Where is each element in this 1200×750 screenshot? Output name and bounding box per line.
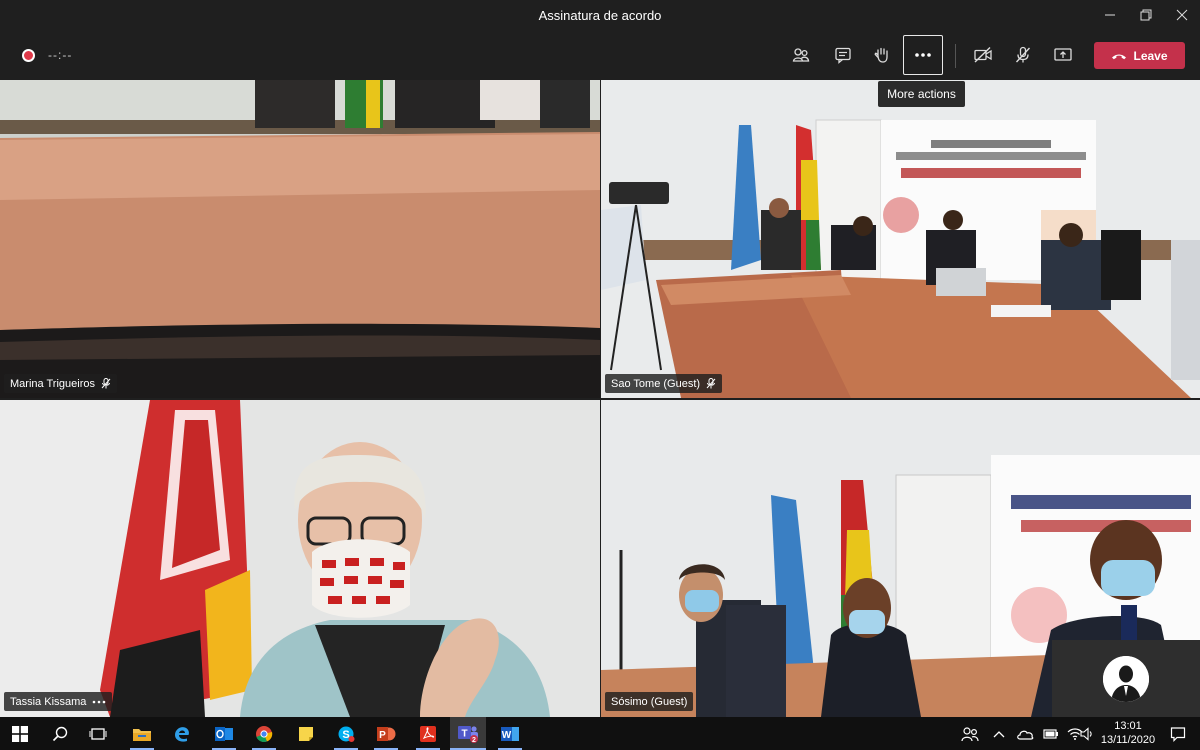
leave-label: Leave (1133, 48, 1168, 63)
mic-off-button[interactable] (1005, 37, 1041, 73)
close-window-button[interactable] (1164, 0, 1200, 30)
video-feed (0, 80, 600, 398)
video-tile-sao-tome[interactable]: Sao Tome (Guest) (601, 80, 1200, 398)
task-view-button[interactable] (80, 717, 116, 750)
participants-button[interactable] (783, 37, 819, 73)
people-icon (961, 726, 979, 741)
windows-taskbar: S P T2 W 13:01 13/11/2020 (0, 717, 1200, 750)
video-tile-marina[interactable]: Marina Trigueiros (0, 80, 600, 398)
participant-name: Marina Trigueiros (10, 377, 95, 390)
svg-text:T: T (461, 728, 467, 739)
title-bar: Assinatura de acordo (0, 0, 1200, 30)
battery-button[interactable] (1038, 717, 1064, 750)
participant-name: Sósimo (Guest) (611, 695, 688, 708)
chevron-up-icon (993, 730, 1005, 737)
minimize-button[interactable] (1092, 0, 1128, 30)
meeting-timer: --:-- (48, 48, 73, 62)
more-actions-tooltip: More actions (878, 81, 965, 107)
taskbar-app-skype[interactable]: S (328, 717, 364, 750)
svg-text:2: 2 (472, 737, 476, 743)
word-icon: W (501, 726, 519, 741)
participant-name-tag: Marina Trigueiros (4, 374, 117, 393)
svg-text:W: W (502, 730, 512, 741)
mic-off-icon (101, 378, 111, 389)
task-view-icon (89, 727, 107, 740)
system-clock[interactable]: 13:01 13/11/2020 (1100, 719, 1156, 747)
search-button[interactable] (42, 717, 78, 750)
chat-button[interactable] (825, 37, 861, 73)
clock-time: 13:01 (1114, 720, 1142, 732)
camera-off-button[interactable] (965, 37, 1001, 73)
taskbar-app-chrome[interactable] (246, 717, 282, 750)
file-explorer-icon (133, 728, 151, 741)
teams-meeting-window: Assinatura de acordo --:-- Leave More ac… (0, 0, 1200, 750)
video-feed (0, 400, 600, 717)
video-feed (601, 80, 1200, 398)
mic-off-icon (706, 378, 716, 389)
search-icon (52, 726, 68, 741)
clock-date: 13/11/2020 (1100, 734, 1156, 746)
outlook-icon (215, 726, 233, 741)
battery-icon (1043, 728, 1058, 739)
recording-indicator-icon (22, 49, 35, 62)
participant-name: Sao Tome (Guest) (611, 377, 701, 390)
share-screen-button[interactable] (1045, 37, 1081, 73)
windows-icon (12, 725, 28, 742)
edge-icon (175, 726, 189, 742)
taskbar-app-teams[interactable]: T2 (450, 717, 486, 750)
participant-name: Tassia Kissama (10, 695, 87, 708)
volume-button[interactable] (1074, 717, 1100, 750)
window-title: Assinatura de acordo (538, 7, 662, 23)
show-hidden-icons-button[interactable] (986, 717, 1012, 750)
notification-icon (1170, 726, 1186, 742)
powerpoint-icon: P (377, 726, 396, 741)
cloud-icon (1017, 730, 1034, 740)
svg-text:P: P (379, 730, 386, 741)
raise-hand-button[interactable] (864, 37, 900, 73)
onedrive-button[interactable] (1012, 717, 1038, 750)
participant-name-tag: Tassia Kissama (4, 692, 113, 711)
chrome-icon (256, 725, 273, 742)
start-button[interactable] (2, 717, 38, 750)
more-actions-button[interactable] (903, 35, 943, 75)
hang-up-icon (1112, 54, 1127, 59)
taskbar-app-acrobat[interactable] (410, 717, 446, 750)
taskbar-app-sticky-notes[interactable] (288, 717, 324, 750)
sticky-notes-icon (299, 726, 313, 741)
taskbar-app-edge[interactable] (164, 717, 200, 750)
taskbar-app-word[interactable]: W (492, 717, 528, 750)
leave-button[interactable]: Leave (1094, 42, 1185, 69)
acrobat-icon (420, 725, 436, 742)
notifications-button[interactable] (1160, 717, 1196, 750)
speaker-icon (1080, 726, 1092, 741)
teams-icon: T2 (458, 725, 478, 743)
participant-name-tag: Sósimo (Guest) (605, 692, 694, 711)
taskbar-app-outlook[interactable] (206, 717, 242, 750)
participant-name-tag: Sao Tome (Guest) (605, 374, 723, 393)
taskbar-app-powerpoint[interactable]: P (368, 717, 404, 750)
more-options-icon[interactable] (92, 700, 106, 704)
skype-icon: S (338, 726, 355, 742)
self-view-tile[interactable] (1052, 640, 1200, 717)
window-controls (1092, 0, 1200, 30)
toolbar-divider (955, 44, 956, 68)
people-button[interactable] (952, 717, 988, 750)
video-tile-tassia[interactable]: Tassia Kissama (0, 400, 600, 717)
taskbar-app-file-explorer[interactable] (124, 717, 160, 750)
restore-button[interactable] (1128, 0, 1164, 30)
avatar (1103, 655, 1149, 702)
meeting-toolbar: --:-- Leave (0, 30, 1200, 80)
